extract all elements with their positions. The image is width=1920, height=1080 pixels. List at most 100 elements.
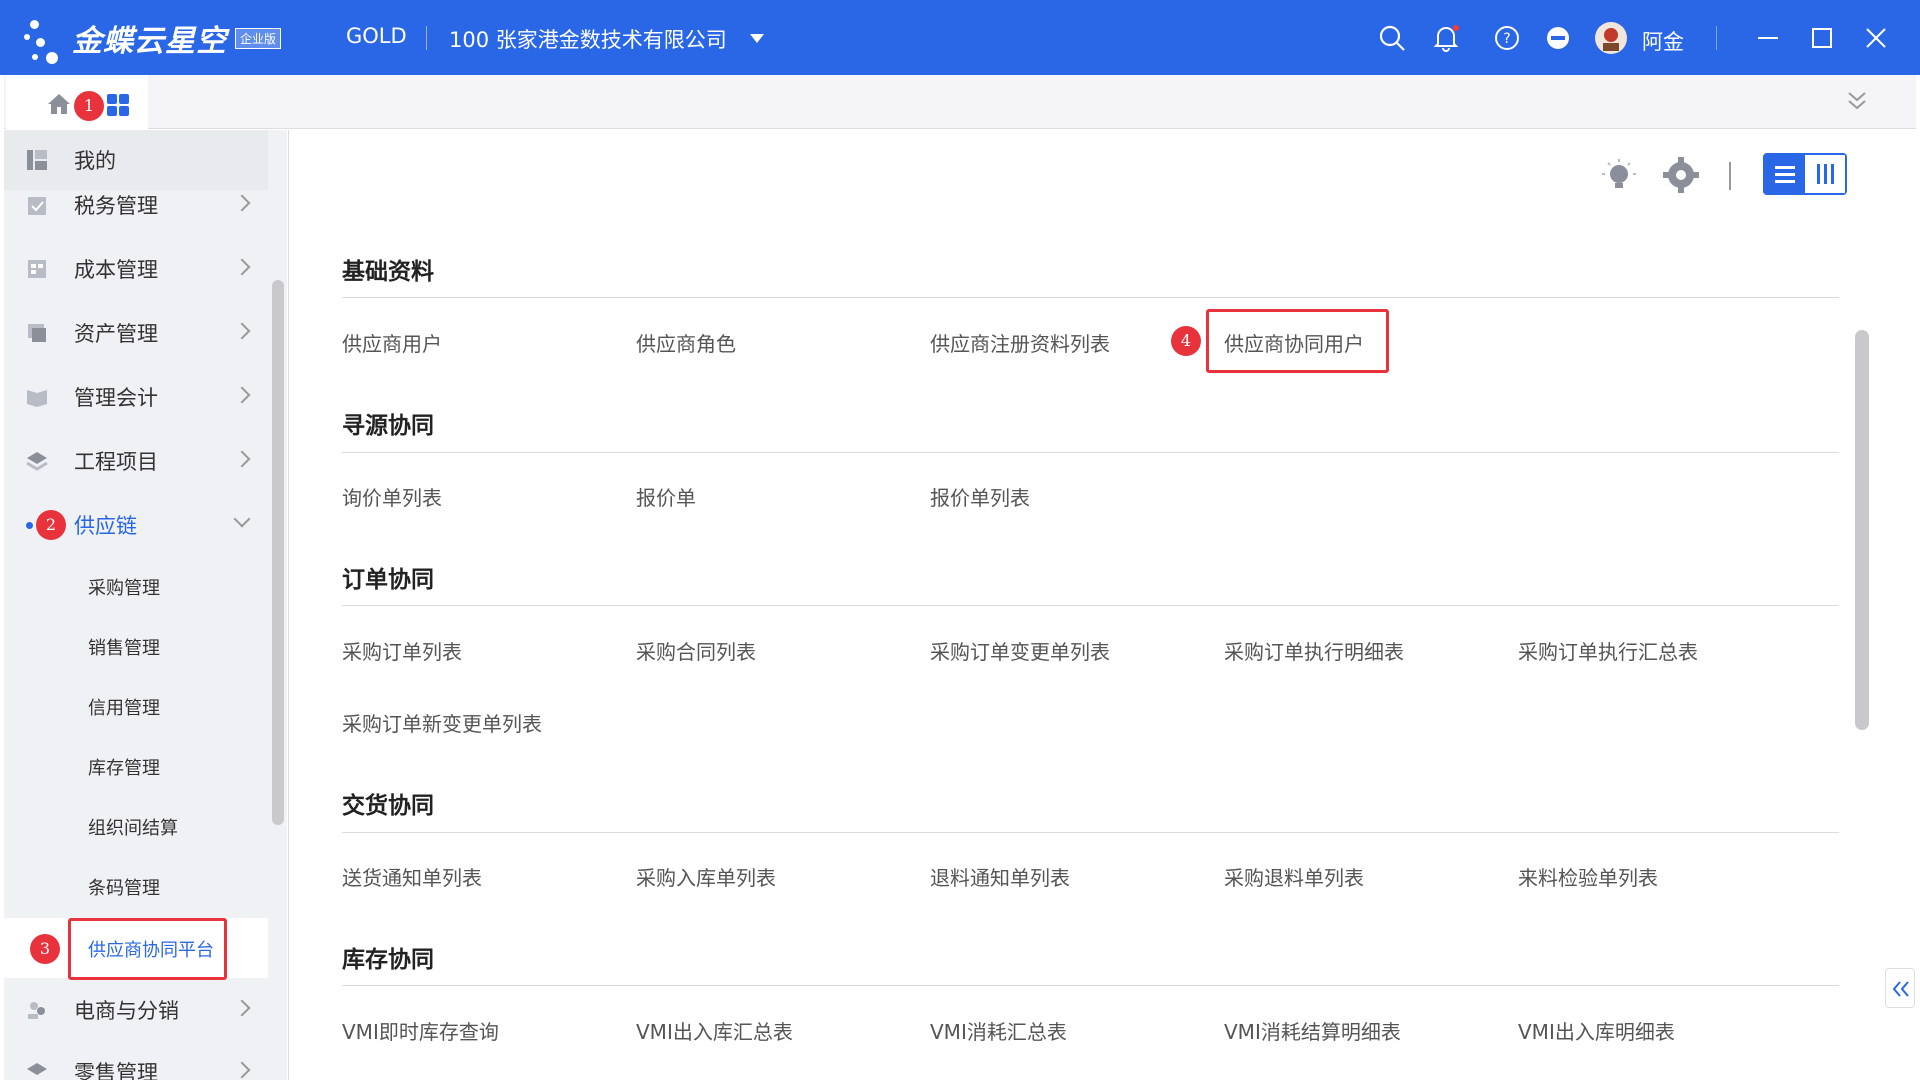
section-title-basic: 基础资料 [342,259,434,285]
link-inquiry-list[interactable]: 询价单列表 [342,482,442,511]
sidebar-subitem-sales[interactable]: 销售管理 [4,616,268,676]
active-dot-icon [26,522,33,529]
sidebar-item-label: 税务管理 [74,194,158,218]
help-icon[interactable]: ? [1493,24,1521,52]
column-view-button[interactable] [1805,155,1845,193]
apps-grid-icon[interactable] [106,93,130,117]
sidebar-subitem-label: 条码管理 [88,878,160,899]
maximize-icon[interactable] [1808,24,1836,52]
sidebar-subitem-credit[interactable]: 信用管理 [4,676,268,736]
sidebar-subitem-purchase[interactable]: 采购管理 [4,556,268,616]
list-icon [1775,166,1795,183]
section-title-sourcing: 寻源协同 [342,413,434,439]
sidebar-item-asset[interactable]: 资产管理 [4,303,268,363]
retail-icon [27,1063,47,1075]
list-view-button[interactable] [1765,155,1805,193]
link-po-execution-detail[interactable]: 采购订单执行明细表 [1224,636,1404,665]
highlight-box [1206,309,1389,373]
collapse-panel-button[interactable] [1885,968,1915,1008]
chevron-right-icon [233,258,251,276]
sidebar-item-label: 零售管理 [74,1061,158,1080]
sidebar-item-label: 工程项目 [74,450,158,474]
main-scrollbar[interactable] [1855,330,1869,730]
bell-icon[interactable] [1432,24,1460,52]
sidebar-item-management-accounting[interactable]: 管理会计 [4,367,268,427]
columns-icon [1817,164,1834,184]
link-po-change-list[interactable]: 采购订单变更单列表 [930,636,1110,665]
sidebar-item-cost[interactable]: 成本管理 [4,239,268,299]
sidebar-item-retail[interactable]: 零售管理 [4,1042,268,1080]
link-supplier-registration[interactable]: 供应商注册资料列表 [930,328,1110,357]
section-divider [342,832,1839,833]
section-divider [342,297,1839,298]
sidebar-item-label: 成本管理 [74,258,158,282]
svg-text:?: ? [1503,31,1510,47]
highlight-box [68,918,227,980]
logo-text: 金蝶云星空 [72,24,227,59]
sidebar-item-label: 我的 [74,149,116,173]
link-po-list[interactable]: 采购订单列表 [342,636,462,665]
sidebar-item-engineering[interactable]: 工程项目 [4,431,268,491]
asset-icon [28,324,46,342]
chevron-right-icon [233,386,251,404]
link-quotation-list[interactable]: 报价单列表 [930,482,1030,511]
dashboard-icon [27,150,47,170]
link-vmi-stock[interactable]: VMI即时库存查询 [342,1016,499,1045]
sidebar-item-label: 资产管理 [74,322,158,346]
chevron-right-icon [233,450,251,468]
company-selector[interactable]: 100 张家港金数技术有限公司 [449,24,727,54]
link-vmi-consumption-summary[interactable]: VMI消耗汇总表 [930,1016,1067,1045]
section-title-delivery: 交货协同 [342,793,434,819]
sidebar-subitem-label: 采购管理 [88,578,160,599]
double-chevron-down-icon[interactable] [1846,89,1868,113]
link-vmi-io-detail[interactable]: VMI出入库明细表 [1518,1016,1675,1045]
link-supplier-user[interactable]: 供应商用户 [342,328,442,357]
sidebar-subitem-inventory[interactable]: 库存管理 [4,736,268,796]
home-icon[interactable] [46,92,72,116]
user-name[interactable]: 阿金 [1642,26,1684,56]
section-divider [342,985,1839,986]
sidebar-subitem-label: 信用管理 [88,698,160,719]
link-supplier-role[interactable]: 供应商角色 [636,328,736,357]
link-vmi-io-summary[interactable]: VMI出入库汇总表 [636,1016,793,1045]
sidebar-item-ecommerce[interactable]: 电商与分销 [4,980,268,1040]
link-po-execution-summary[interactable]: 采购订单执行汇总表 [1518,636,1698,665]
link-quotation[interactable]: 报价单 [636,482,696,511]
main-content: 基础资料 供应商用户 供应商角色 供应商注册资料列表 供应商协同用户 4 寻源协… [288,130,1916,1080]
home-tab[interactable]: 1 [6,75,148,129]
cost-icon [28,260,46,278]
book-icon [27,390,47,407]
link-po-new-change-list[interactable]: 采购订单新变更单列表 [342,708,542,737]
search-icon[interactable] [1378,24,1406,52]
logo-dots-icon [24,8,68,68]
tax-icon [28,197,46,215]
app-logo: 金蝶云星空 企业版 [24,8,294,68]
step-badge-4: 4 [1171,326,1201,356]
chevron-right-icon [233,999,251,1017]
topbar-divider [1716,26,1717,50]
close-icon[interactable] [1862,24,1890,52]
link-return-notice[interactable]: 退料通知单列表 [930,862,1070,891]
link-contract-list[interactable]: 采购合同列表 [636,636,756,665]
link-incoming-inspection[interactable]: 来料检验单列表 [1518,862,1658,891]
minimize-icon[interactable] [1754,24,1782,52]
sidebar-scrollbar[interactable] [272,280,284,825]
toolbar-divider [1729,162,1731,190]
sidebar-item-tax[interactable]: 税务管理 [4,175,268,235]
link-purchase-return[interactable]: 采购退料单列表 [1224,862,1364,891]
lightbulb-icon[interactable] [1599,156,1639,196]
chevron-right-icon [233,1061,251,1079]
sidebar-subitem-barcode[interactable]: 条码管理 [4,856,268,916]
link-delivery-notice[interactable]: 送货通知单列表 [342,862,482,891]
chevron-down-icon[interactable] [750,34,764,43]
users-icon [28,1002,45,1019]
double-chevron-left-icon [1892,981,1909,997]
sidebar-subitem-intercompany[interactable]: 组织间结算 [4,796,268,856]
avatar[interactable] [1594,21,1628,55]
link-purchase-receipt[interactable]: 采购入库单列表 [636,862,776,891]
gear-icon[interactable] [1662,156,1700,194]
minus-circle-icon[interactable] [1544,24,1572,52]
section-title-order: 订单协同 [342,567,434,593]
layers-icon [26,452,48,471]
link-vmi-settlement-detail[interactable]: VMI消耗结算明细表 [1224,1016,1401,1045]
